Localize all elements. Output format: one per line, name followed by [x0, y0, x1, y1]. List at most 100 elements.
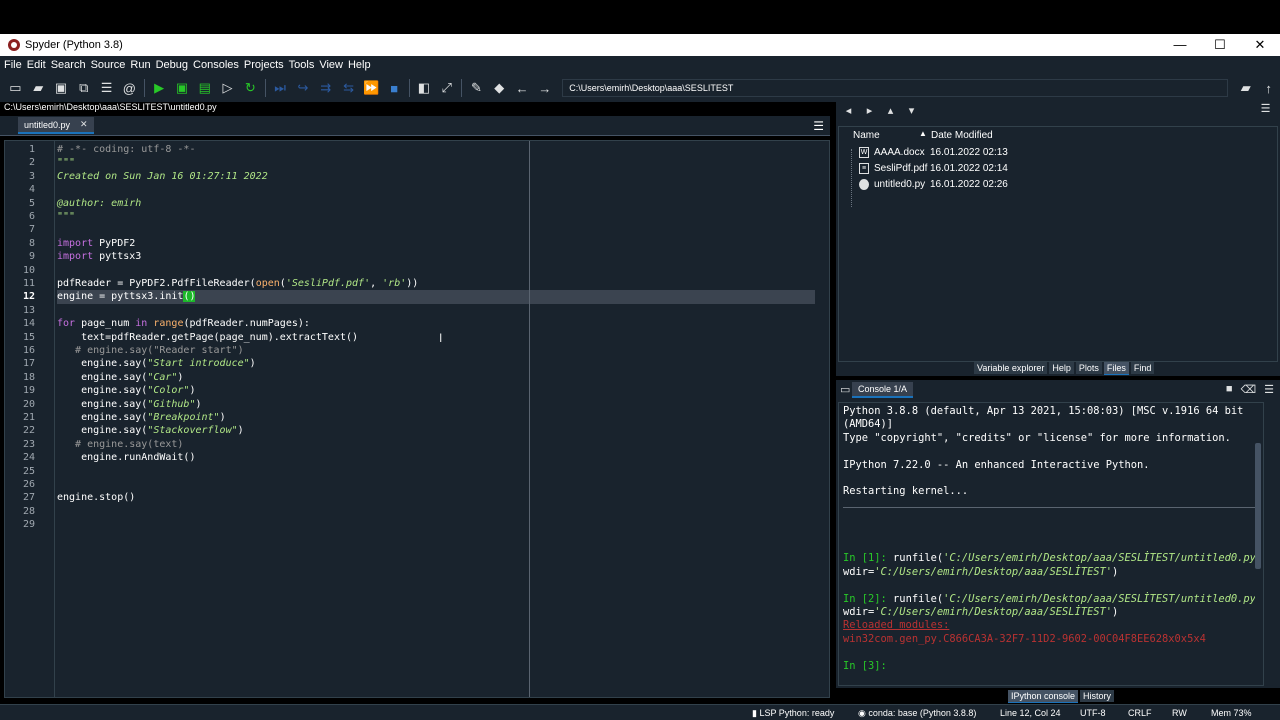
console-scrollbar[interactable]: [1255, 407, 1261, 677]
debug-icon[interactable]: ⏭: [269, 77, 292, 99]
file-row[interactable]: untitled0.py 16.01.2022 02:26: [859, 176, 1008, 192]
tab-help[interactable]: Help: [1049, 362, 1074, 374]
line-number: 1: [28, 144, 35, 155]
tree-guide: [851, 149, 852, 207]
fullscreen-icon[interactable]: ⤢: [435, 77, 458, 99]
main-toolbar: ▭ ▰ ▣ ⧉ ☰ @ ▶ ▣ ▤ ▷ ↻ ⏭ ↪ ⇉ ⇆ ⏩ ■ ◧ ⤢ ✎ …: [0, 74, 1280, 102]
editor-options-icon[interactable]: ☰: [813, 119, 824, 133]
line-number: 2: [28, 157, 35, 169]
tab-plots[interactable]: Plots: [1075, 362, 1102, 374]
menu-debug[interactable]: Debug: [156, 59, 188, 71]
code-line: for page_num in range(pdfReader.numPages…: [57, 318, 310, 330]
docx-file-icon: W: [859, 146, 869, 158]
minimize-button[interactable]: —: [1160, 34, 1200, 56]
editor-scrollbar[interactable]: [815, 141, 829, 697]
console-text: Python 3.8.8 (default, Apr 13 2021, 15:0…: [843, 405, 1244, 417]
at-icon[interactable]: @: [118, 77, 141, 99]
back-arrow-icon[interactable]: ←: [511, 77, 534, 99]
toolbar-separator: [408, 79, 410, 97]
files-back-icon[interactable]: ◂: [838, 104, 859, 117]
interrupt-kernel-icon[interactable]: ■: [1226, 383, 1233, 396]
continue-icon[interactable]: ⏩: [360, 77, 383, 99]
maximize-button[interactable]: ☐: [1200, 34, 1240, 56]
maximize-pane-icon[interactable]: ◧: [413, 77, 436, 99]
open-file-icon[interactable]: ▰: [27, 77, 50, 99]
menu-view[interactable]: View: [319, 59, 343, 71]
save-all-icon[interactable]: ⧉: [72, 77, 95, 99]
file-tree[interactable]: Name ▲ Date Modified W AAAA.docx 16.01.2…: [838, 126, 1278, 362]
new-file-icon[interactable]: ▭: [4, 77, 27, 99]
stop-debug-icon[interactable]: ■: [383, 77, 406, 99]
ipython-console[interactable]: Python 3.8.8 (default, Apr 13 2021, 15:0…: [838, 402, 1264, 686]
run-cell-advance-icon[interactable]: ▤: [193, 77, 216, 99]
step-into-icon[interactable]: ⇉: [314, 77, 337, 99]
console-options-icon[interactable]: ☰: [1264, 383, 1274, 396]
tab-history[interactable]: History: [1080, 690, 1115, 702]
editor-tab-bar: untitled0.py ✕ ☰: [0, 116, 830, 136]
tab-untitled0[interactable]: untitled0.py ✕: [18, 117, 94, 134]
rerun-icon[interactable]: ↻: [239, 77, 262, 99]
menu-file[interactable]: File: [4, 59, 22, 71]
window-controls: — ☐ ✕: [1160, 34, 1280, 56]
line-number: 20: [22, 398, 35, 410]
run-icon[interactable]: ▶: [148, 77, 171, 99]
code-line: engine.say("Breakpoint"): [57, 412, 226, 423]
files-forward-icon[interactable]: ▸: [859, 104, 880, 117]
python-path-icon[interactable]: ◆: [488, 77, 511, 99]
tab-variable-explorer[interactable]: Variable explorer: [974, 362, 1048, 374]
title-bar: Spyder (Python 3.8) — ☐ ✕: [0, 34, 1280, 56]
file-row[interactable]: W AAAA.docx 16.01.2022 02:13: [859, 144, 1008, 160]
save-file-icon[interactable]: ▣: [50, 77, 73, 99]
line-number: 15: [22, 331, 35, 343]
code-line: """: [57, 211, 76, 222]
menu-consoles[interactable]: Consoles: [193, 59, 239, 71]
preferences-wrench-icon[interactable]: ✎: [465, 77, 488, 99]
file-row[interactable]: ≡ SesliPdf.pdf 16.01.2022 02:14: [859, 160, 1008, 176]
code-line: engine.runAndWait(): [57, 452, 196, 464]
close-button[interactable]: ✕: [1240, 34, 1280, 56]
tab-label: untitled0.py: [24, 119, 71, 130]
edge-line: [529, 141, 530, 697]
working-directory-input[interactable]: C:\Users\emirh\Desktop\aaa\SESLITEST: [562, 79, 1229, 97]
menu-run[interactable]: Run: [130, 59, 150, 71]
code-line: @author: emirh: [57, 197, 142, 209]
toolbar-separator: [143, 79, 145, 97]
code-line: Created on Sun Jan 16 01:27:11 2022: [57, 170, 268, 182]
menu-edit[interactable]: Edit: [27, 59, 46, 71]
python-file-icon: [859, 178, 869, 190]
outline-icon[interactable]: ☰: [95, 77, 118, 99]
sort-arrow-icon: ▲: [919, 129, 927, 138]
code-editor[interactable]: 1 2 3 4 5 6 7 8 9 10 11 12 13 14 15 16 17 18 19 20 21 22 23 24 2…: [4, 140, 830, 698]
console-scroll-thumb[interactable]: [1255, 443, 1261, 569]
line-number: 11: [22, 278, 35, 289]
permission-status: RW: [1172, 708, 1187, 718]
col-name-header[interactable]: Name: [853, 130, 880, 141]
toolbar-separator: [461, 79, 463, 97]
console-text: Restarting kernel...: [843, 485, 969, 498]
run-selection-icon[interactable]: ▷: [216, 77, 239, 99]
close-tab-icon[interactable]: ✕: [80, 119, 88, 130]
forward-arrow-icon[interactable]: →: [533, 77, 556, 99]
menu-projects[interactable]: Projects: [244, 59, 284, 71]
filter-icon[interactable]: ▾: [901, 104, 922, 117]
files-options-icon[interactable]: ☰: [1255, 102, 1276, 115]
step-return-icon[interactable]: ⇆: [337, 77, 360, 99]
parent-dir-icon[interactable]: ↑: [1257, 77, 1280, 99]
menu-source[interactable]: Source: [91, 59, 126, 71]
menu-search[interactable]: Search: [51, 59, 86, 71]
editor-file-path: C:\Users\emirh\Desktop\aaa\SESLITEST\unt…: [4, 102, 217, 112]
console-prompt-3[interactable]: In [3]:: [843, 660, 887, 673]
col-date-header[interactable]: Date Modified: [931, 130, 993, 141]
tab-console-1a[interactable]: Console 1/A: [852, 382, 914, 398]
step-icon[interactable]: ↪: [292, 77, 315, 99]
tab-ipython-console[interactable]: IPython console: [1008, 689, 1079, 703]
files-up-icon[interactable]: ▴: [880, 104, 901, 117]
clear-console-icon[interactable]: ⌫: [1241, 383, 1257, 396]
run-cell-icon[interactable]: ▣: [171, 77, 194, 99]
line-number: 17: [22, 358, 35, 370]
browse-folder-icon[interactable]: ▰: [1234, 77, 1257, 99]
menu-help[interactable]: Help: [348, 59, 371, 71]
tab-files[interactable]: Files: [1103, 361, 1129, 375]
tab-find[interactable]: Find: [1130, 362, 1155, 374]
menu-tools[interactable]: Tools: [289, 59, 315, 71]
